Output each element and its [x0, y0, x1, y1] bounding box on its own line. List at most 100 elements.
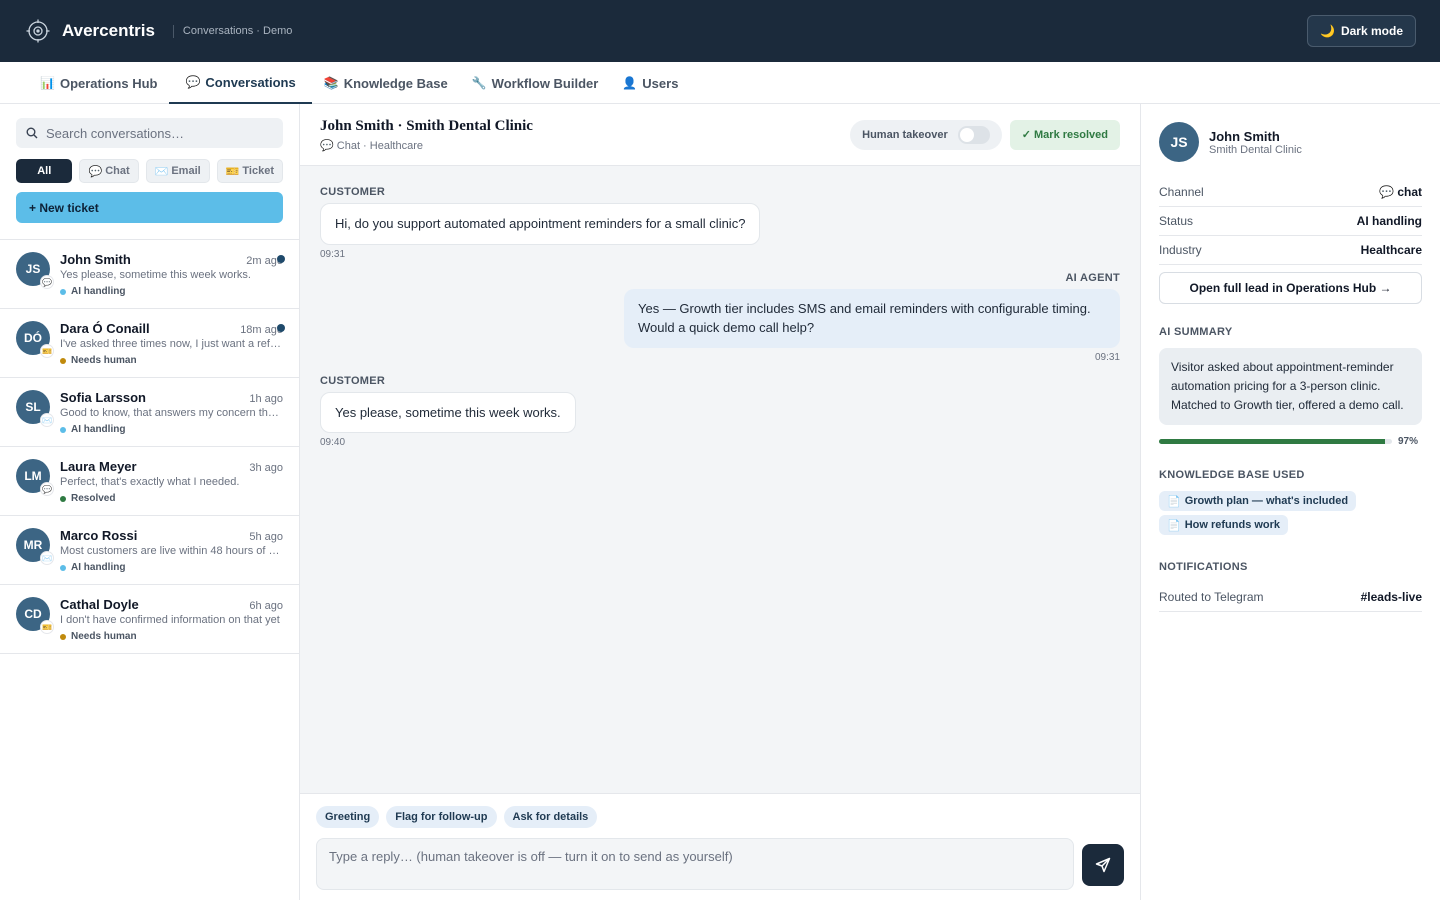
unread-dot-icon — [277, 255, 285, 263]
kb-item[interactable]: 📄 Growth plan — what's included — [1159, 491, 1357, 511]
avatar: SL ✉️ — [16, 390, 54, 427]
send-button[interactable] — [1082, 844, 1124, 886]
toggle-knob — [959, 127, 974, 142]
envelope-icon: ✉️ — [154, 165, 169, 178]
status-badge: AI handling — [60, 562, 283, 573]
quick-replies: Greeting Flag for follow-up Ask for deta… — [316, 806, 1124, 828]
kb-list: 📄 Growth plan — what's included 📄 How refu… — [1159, 491, 1422, 539]
tab-conversations[interactable]: 💬 Conversations — [169, 62, 312, 104]
wrench-icon: 🔧 — [471, 76, 487, 90]
top-bar: Avercentris Conversations · Demo 🌙 Dark … — [0, 0, 1440, 62]
quick-reply-ask-details[interactable]: Ask for details — [503, 806, 598, 828]
conversation-item[interactable]: LM 💬 Laura Meyer 3h ago Perfect, that's ex… — [0, 447, 299, 516]
filter-all[interactable]: All — [16, 159, 73, 183]
detail-value: Healthcare — [1360, 243, 1422, 257]
chart-icon: 📊 — [40, 76, 55, 90]
search-icon — [26, 127, 38, 139]
avatar-initials: SL — [25, 400, 41, 414]
notifications-heading: NOTIFICATIONS — [1159, 561, 1248, 573]
conversation-time: 3h ago — [249, 462, 283, 474]
dark-mode-label: Dark mode — [1340, 24, 1403, 38]
message-time: 09:31 — [320, 248, 346, 260]
reply-input[interactable] — [316, 838, 1074, 890]
confidence-bar-fill — [1159, 439, 1385, 444]
contact-card: JS John Smith Smith Dental Clinic — [1159, 122, 1422, 178]
customer-message: CUSTOMER Hi, do you support automated ap… — [320, 186, 1120, 260]
detail-row-channel: Channel 💬 chat — [1159, 178, 1422, 207]
quick-reply-flag[interactable]: Flag for follow-up — [386, 806, 497, 828]
ticket-channel-icon: 🎫 — [40, 344, 54, 358]
status-badge: AI handling — [60, 286, 283, 297]
filter-label: Email — [171, 165, 201, 177]
chat-header: John Smith · Smith Dental Clinic 💬 Chat … — [300, 104, 1140, 166]
search-input[interactable] — [46, 125, 266, 141]
document-icon: 📄 — [1167, 519, 1181, 532]
avatar: JS — [1159, 122, 1199, 162]
notification-value: #leads-live — [1360, 590, 1422, 604]
avatar-initials: LM — [24, 469, 42, 483]
message-time: 09:31 — [1094, 351, 1120, 363]
tab-label: Workflow Builder — [491, 75, 599, 91]
avatar: JS 💬 — [16, 252, 54, 289]
filter-ticket[interactable]: 🎫 Ticket — [216, 159, 283, 183]
human-takeover-toggle[interactable] — [957, 125, 990, 144]
conversation-preview: Perfect, that's exactly what I needed. — [60, 476, 240, 488]
conversation-sidebar: All 💬Chat ✉️Email 🎫Ticket + New ticket J… — [0, 104, 300, 900]
conversation-item[interactable]: MR ✉️ Marco Rossi 5h ago Most customers ar… — [0, 516, 299, 585]
message-sender: CUSTOMER — [320, 374, 386, 387]
open-lead-button[interactable]: Open full lead in Operations Hub → — [1159, 272, 1422, 304]
avatar: LM 💬 — [16, 459, 54, 496]
chat-subtitle: 💬 Chat · Healthcare — [320, 139, 533, 152]
tab-workflow-builder[interactable]: 🔧 Workflow Builder — [460, 62, 611, 104]
tab-operations-hub[interactable]: 📊 Operations Hub — [28, 62, 169, 104]
tab-label: Knowledge Base — [343, 75, 448, 91]
ticket-channel-icon: 🎫 — [40, 620, 54, 634]
conversation-preview: I've asked three times now, I just want … — [60, 338, 282, 350]
avatar: MR ✉️ — [16, 528, 54, 565]
tab-label: Users — [642, 75, 679, 91]
tab-knowledge-base[interactable]: 📚 Knowledge Base — [312, 62, 460, 104]
speech-bubble-icon: 💬 — [320, 139, 334, 152]
conversation-item[interactable]: CD 🎫 Cathal Doyle 6h ago I don't have conf… — [0, 585, 299, 654]
chat-channel-icon: 💬 — [40, 275, 54, 289]
conversation-time: 6h ago — [249, 600, 283, 612]
chat-channel-icon: 💬 — [40, 482, 54, 496]
filter-email[interactable]: ✉️ Email — [145, 159, 210, 183]
document-icon: 📄 — [1167, 495, 1181, 508]
conversation-item[interactable]: DÓ 🎫 Dara Ó Conaill 18m ago I've asked thr… — [0, 309, 299, 378]
status-label: AI handling — [71, 562, 126, 573]
message-sender: AI AGENT — [1065, 271, 1120, 284]
unread-dot-icon — [277, 324, 285, 332]
status-label: Resolved — [71, 493, 116, 504]
ai-message: AI AGENT Yes — Growth tier includes SMS … — [320, 272, 1120, 363]
conversation-item[interactable]: JS 💬 John Smith 2m ago Yes please, sometim… — [0, 240, 299, 309]
human-takeover-control: Human takeover — [850, 119, 1002, 150]
dark-mode-button[interactable]: 🌙 Dark mode — [1307, 15, 1416, 47]
status-label: AI handling — [71, 424, 126, 435]
conversation-preview: Yes please, sometime this week works. — [60, 269, 251, 281]
status-dot — [60, 564, 66, 571]
kb-item[interactable]: 📄 How refunds work — [1159, 515, 1289, 535]
filter-chat[interactable]: 💬 Chat — [79, 159, 139, 183]
status-badge: AI handling — [60, 424, 283, 435]
moon-icon: 🌙 — [1320, 24, 1335, 38]
conversation-preview: I don't have confirmed information on th… — [60, 614, 280, 626]
conversation-name: Laura Meyer — [60, 459, 137, 474]
details-panel: JS John Smith Smith Dental Clinic Channe… — [1141, 104, 1440, 900]
status-badge: Resolved — [60, 493, 283, 504]
quick-reply-greeting[interactable]: Greeting — [316, 806, 380, 828]
mark-resolved-button[interactable]: ✓ Mark resolved — [1009, 119, 1120, 150]
new-ticket-button[interactable]: + New ticket — [16, 192, 283, 223]
tab-users[interactable]: 👤 Users — [610, 62, 690, 104]
send-icon — [1095, 857, 1111, 873]
speech-bubble-icon: 💬 — [185, 75, 201, 89]
avatar-initials: MR — [23, 538, 43, 552]
conversation-item[interactable]: SL ✉️ Sofia Larsson 1h ago Good to know, t… — [0, 378, 299, 447]
conversation-name: Sofia Larsson — [60, 390, 146, 405]
tab-label: Conversations — [205, 74, 296, 90]
ai-summary-heading: AI SUMMARY — [1159, 326, 1233, 338]
email-channel-icon: ✉️ — [40, 551, 54, 565]
status-dot — [60, 426, 66, 433]
channel-filters: All 💬 Chat ✉️ Email 🎫 Ticket — [16, 159, 283, 183]
detail-value: 💬 chat — [1379, 185, 1422, 199]
